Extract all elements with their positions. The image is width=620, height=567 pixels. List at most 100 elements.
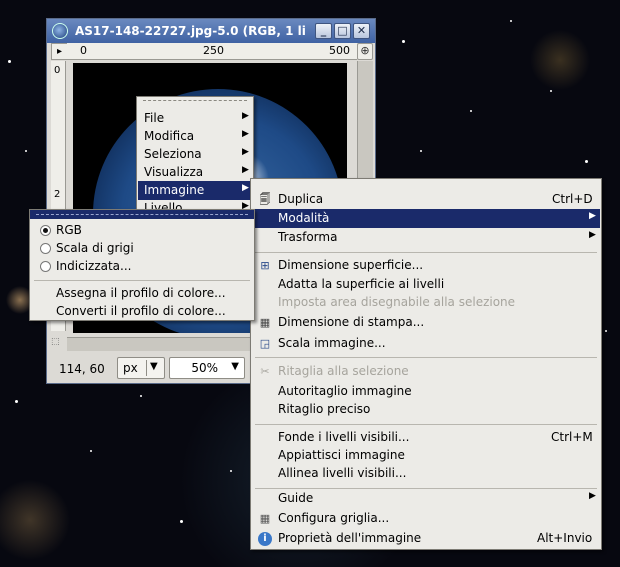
menu-item-autoritaglio[interactable]: Autoritaglio immagine <box>252 382 600 401</box>
menu-item-label: Ritaglio preciso <box>278 402 371 416</box>
menu-item-ritaglia-selezione[interactable]: ✂ Ritaglia alla selezione <box>252 362 600 381</box>
radio-unchecked-icon <box>40 261 51 272</box>
star <box>180 520 183 523</box>
menu-item-guide[interactable]: Guide ▶ <box>252 489 600 508</box>
radio-checked-icon <box>40 225 51 236</box>
grid-icon: ▦ <box>259 512 271 525</box>
crop-icon: ✂ <box>260 365 270 378</box>
star <box>140 395 142 397</box>
menu-item-label: Autoritaglio immagine <box>278 384 412 398</box>
divider <box>146 360 147 376</box>
chevron-right-icon: ▶ <box>242 111 249 121</box>
maximize-button[interactable]: □ <box>334 23 351 39</box>
menu-item-label: Adatta la superficie ai livelli <box>278 277 445 291</box>
star <box>420 150 422 152</box>
menu-item-scala-di-grigi[interactable]: Scala di grigi <box>31 239 253 258</box>
ruler-tick-label: 0 <box>80 44 87 57</box>
star <box>8 60 11 63</box>
menu-item-adatta-superficie[interactable]: Adatta la superficie ai livelli <box>252 275 600 294</box>
menu-item-appiattisci[interactable]: Appiattisci immagine <box>252 446 600 465</box>
chevron-right-icon: ▶ <box>589 211 596 221</box>
menu-item-modalita[interactable]: Modalità ▶ <box>252 209 600 228</box>
menu-item-rgb[interactable]: RGB <box>31 221 253 240</box>
menu-item-dimensione-superficie[interactable]: ⊞ Dimensione superficie... <box>252 256 600 275</box>
menu-item-label: Seleziona <box>144 147 202 161</box>
menu-item-duplica[interactable]: 🗐 Duplica Ctrl+D <box>252 190 600 209</box>
modalita-submenu: RGB Scala di grigi Indicizzata... Assegn… <box>29 209 255 321</box>
menu-item-imposta-area[interactable]: Imposta area disegnabile alla selezione <box>252 293 600 312</box>
canvas-size-icon: ⊞ <box>260 259 270 272</box>
menu-separator <box>255 357 597 358</box>
unit-value: px <box>123 361 138 375</box>
tearoff-dashes <box>36 214 248 215</box>
print-size-icon: ▦ <box>259 316 271 329</box>
menu-item-label: Allinea livelli visibili... <box>278 466 407 480</box>
horizontal-ruler[interactable]: 0 250 500 <box>67 43 357 60</box>
menu-item-trasforma[interactable]: Trasforma ▶ <box>252 228 600 247</box>
menu-item-label: Guide <box>278 491 314 505</box>
star <box>90 450 92 452</box>
menu-item-allinea-livelli[interactable]: Allinea livelli visibili... <box>252 464 600 483</box>
zoom-value: 50% <box>191 361 218 375</box>
image-context-menu: File ▶ Modifica ▶ Seleziona ▶ Visualizza… <box>136 96 254 210</box>
window-title: AS17-148-22727.jpg-5.0 (RGB, 1 li <box>75 24 306 38</box>
ruler-tick-label: 250 <box>203 44 224 57</box>
menu-item-label: Converti il profilo di colore... <box>56 304 226 318</box>
window-titlebar[interactable]: AS17-148-22727.jpg-5.0 (RGB, 1 li _ □ ✕ <box>47 19 375 43</box>
menu-item-label: Proprietà dell'immagine <box>278 531 422 545</box>
star <box>402 40 405 43</box>
menu-item-label: Modifica <box>144 129 195 143</box>
star <box>550 90 552 92</box>
menu-item-label: Fonde i livelli visibili... <box>278 430 410 444</box>
menu-item-scala-immagine[interactable]: ◲ Scala immagine... <box>252 334 600 353</box>
menu-item-file[interactable]: File ▶ <box>138 109 252 128</box>
menu-item-seleziona[interactable]: Seleziona ▶ <box>138 145 252 164</box>
menu-item-configura-griglia[interactable]: ▦ Configura griglia... <box>252 509 600 528</box>
menu-item-ritaglio-preciso[interactable]: Ritaglio preciso <box>252 400 600 419</box>
menu-item-converti-profilo[interactable]: Converti il profilo di colore... <box>31 302 253 321</box>
star <box>230 470 232 472</box>
menu-item-label: Configura griglia... <box>278 511 390 525</box>
menu-item-label: Visualizza <box>144 165 204 179</box>
quick-mask-toggle[interactable]: ⬚ <box>51 337 67 351</box>
menu-separator <box>34 280 250 281</box>
star <box>25 150 27 152</box>
menu-item-visualizza[interactable]: Visualizza ▶ <box>138 163 252 182</box>
chevron-right-icon: ▶ <box>589 230 596 240</box>
menu-item-immagine[interactable]: Immagine ▶ <box>138 181 252 200</box>
star <box>605 330 607 332</box>
minimize-button[interactable]: _ <box>315 23 332 39</box>
menu-item-label: Assegna il profilo di colore... <box>56 286 226 300</box>
tearoff-line[interactable] <box>30 210 254 219</box>
menu-item-accel: Alt+Invio <box>537 531 593 545</box>
menu-item-fonde-livelli[interactable]: Fonde i livelli visibili... Ctrl+M <box>252 428 600 447</box>
menu-item-label: Imposta area disegnabile alla selezione <box>278 295 516 309</box>
menu-item-accel: Ctrl+D <box>552 192 593 206</box>
star <box>470 110 472 112</box>
tearoff-line[interactable] <box>137 97 253 105</box>
menu-item-label: Scala di grigi <box>56 241 134 255</box>
menu-item-proprieta[interactable]: i Proprietà dell'immagine Alt+Invio <box>252 529 600 548</box>
menu-separator <box>255 424 597 425</box>
menu-item-dimensione-stampa[interactable]: ▦ Dimensione di stampa... <box>252 313 600 332</box>
menu-separator <box>255 252 597 253</box>
duplicate-icon: 🗐 <box>259 193 271 206</box>
scale-icon: ◲ <box>259 337 271 350</box>
menu-arrow-button[interactable]: ▸ <box>51 43 68 60</box>
menu-item-assegna-profilo[interactable]: Assegna il profilo di colore... <box>31 284 253 303</box>
menu-item-label: Dimensione di stampa... <box>278 315 425 329</box>
menu-item-modifica[interactable]: Modifica ▶ <box>138 127 252 146</box>
menu-item-indicizzata[interactable]: Indicizzata... <box>31 257 253 276</box>
navigate-icon[interactable]: ⊕ <box>357 43 373 60</box>
chevron-right-icon: ▶ <box>242 183 249 193</box>
menu-item-label: Trasforma <box>278 230 338 244</box>
unit-selector[interactable]: px ▼ <box>117 357 165 379</box>
star <box>585 160 588 163</box>
menu-item-label: Modalità <box>278 211 330 225</box>
menu-item-label: Appiattisci immagine <box>278 448 405 462</box>
menu-item-label: Ritaglia alla selezione <box>278 364 409 378</box>
chevron-right-icon: ▶ <box>242 147 249 157</box>
zoom-selector[interactable]: 50% ▼ <box>169 357 245 379</box>
chevron-down-icon: ▼ <box>231 361 239 372</box>
close-button[interactable]: ✕ <box>353 23 370 39</box>
